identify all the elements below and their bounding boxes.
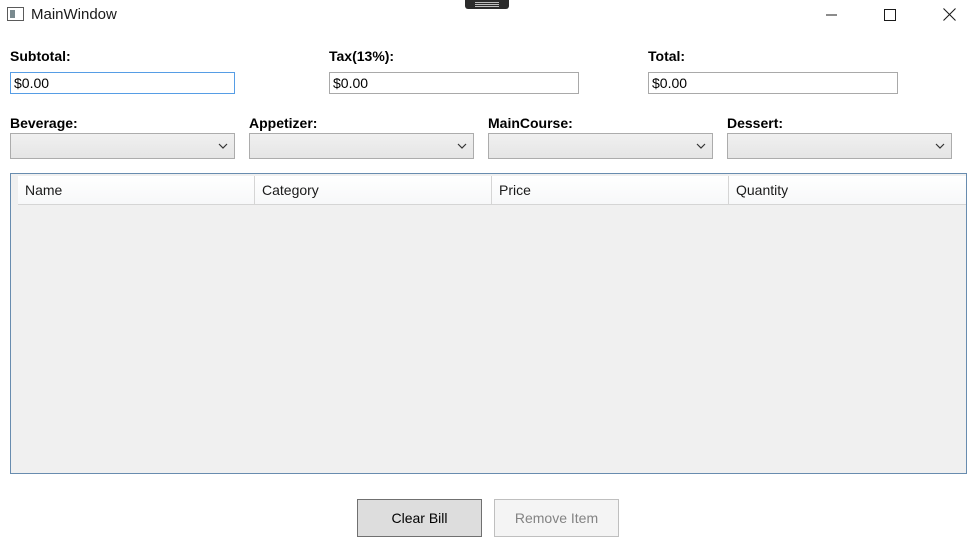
grid-header-row: Name Category Price Quantity bbox=[18, 176, 966, 205]
chevron-down-icon bbox=[696, 143, 706, 149]
clear-bill-button[interactable]: Clear Bill bbox=[357, 499, 482, 537]
remove-item-button[interactable]: Remove Item bbox=[494, 499, 619, 537]
subtotal-field[interactable]: $0.00 bbox=[10, 72, 235, 94]
tax-field[interactable]: $0.00 bbox=[329, 72, 579, 94]
dessert-label: Dessert: bbox=[727, 115, 784, 131]
tax-label: Tax(13%): bbox=[329, 48, 395, 64]
order-items-grid[interactable]: Name Category Price Quantity bbox=[10, 173, 967, 474]
column-header-price[interactable]: Price bbox=[492, 176, 729, 205]
chevron-down-icon bbox=[457, 143, 467, 149]
appetizer-label: Appetizer: bbox=[249, 115, 318, 131]
maximize-icon bbox=[884, 8, 896, 21]
window-title: MainWindow bbox=[31, 6, 117, 23]
maincourse-combobox[interactable] bbox=[488, 133, 713, 159]
minimize-icon bbox=[826, 14, 837, 15]
main-window: MainWindow Subtotal: $0.00 Tax(13%): $0.… bbox=[0, 0, 973, 545]
column-header-quantity[interactable]: Quantity bbox=[729, 176, 966, 205]
close-icon bbox=[942, 8, 956, 21]
column-header-name[interactable]: Name bbox=[18, 176, 255, 205]
dessert-combobox[interactable] bbox=[727, 133, 952, 159]
minimize-button[interactable] bbox=[809, 0, 855, 29]
window-app-icon bbox=[7, 7, 24, 21]
beverage-combobox[interactable] bbox=[10, 133, 235, 159]
maximize-button[interactable] bbox=[867, 0, 913, 29]
total-label: Total: bbox=[648, 48, 686, 64]
title-bar[interactable]: MainWindow bbox=[0, 0, 973, 30]
appetizer-combobox[interactable] bbox=[249, 133, 474, 159]
column-header-category[interactable]: Category bbox=[255, 176, 492, 205]
subtotal-label: Subtotal: bbox=[10, 48, 71, 64]
window-drag-handle[interactable] bbox=[465, 0, 509, 9]
maincourse-label: MainCourse: bbox=[488, 115, 573, 131]
beverage-label: Beverage: bbox=[10, 115, 78, 131]
close-button[interactable] bbox=[926, 0, 972, 29]
chevron-down-icon bbox=[218, 143, 228, 149]
chevron-down-icon bbox=[935, 143, 945, 149]
total-field[interactable]: $0.00 bbox=[648, 72, 898, 94]
